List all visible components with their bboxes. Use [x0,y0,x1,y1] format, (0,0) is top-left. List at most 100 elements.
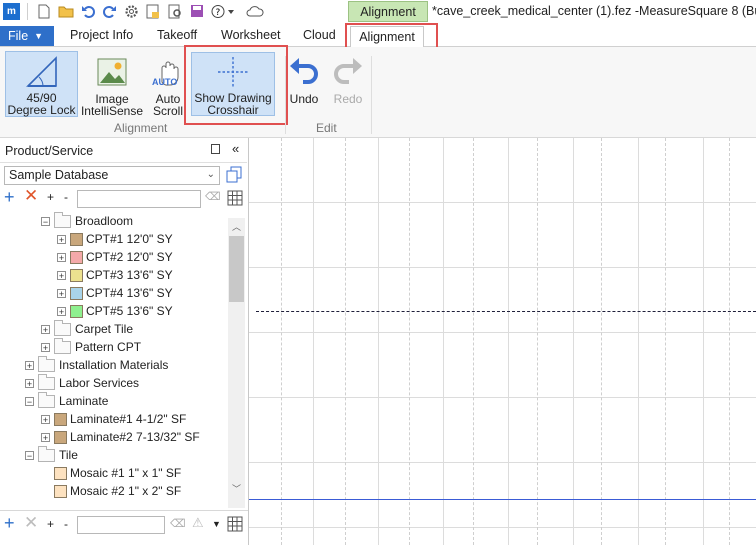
warning-icon[interactable]: ⚠ [192,515,204,531]
grid-dashed-line [665,138,666,545]
print-preview-icon[interactable] [167,3,183,19]
tree-item[interactable]: + CPT#4 13'6" SY [57,284,173,302]
expand-icon[interactable]: + [41,342,50,352]
hand-icon: AUTO [150,54,186,90]
redo-quick-icon[interactable] [101,3,117,19]
tree-search-input[interactable] [77,190,201,208]
tree-label: Laminate#2 7-13/32" SF [70,430,200,444]
expand-bottom-icon[interactable]: + [47,517,54,531]
scroll-down-icon[interactable]: ﹀ [232,482,241,495]
expand-icon[interactable]: + [25,360,34,370]
help-dropdown-icon[interactable]: ? [210,3,238,19]
add-bottom-icon[interactable]: + [4,513,15,534]
panel-title: Product/Service [5,144,94,158]
add-icon[interactable]: + [4,187,15,208]
tree-item[interactable]: + CPT#5 13'6" SY [57,302,173,320]
tree-folder-labor-services[interactable]: + Labor Services [25,373,140,392]
collapse-icon[interactable]: − [25,450,34,460]
expand-icon[interactable]: + [57,288,66,298]
color-swatch [70,286,83,300]
cloud-icon[interactable] [246,3,264,19]
tree-label: CPT#1 12'0" SY [86,232,173,246]
expand-icon[interactable]: + [57,306,66,316]
grid-bottom-icon[interactable] [227,516,243,535]
delete-icon[interactable]: ✕ [24,186,38,206]
open-folder-icon[interactable] [58,3,74,19]
chevron-down-icon[interactable]: ▼ [212,519,221,529]
collapse-panel-icon[interactable]: « [232,141,239,156]
tree-label: CPT#4 13'6" SY [86,286,173,300]
expand-icon[interactable]: + [57,270,66,280]
delete-bottom-icon[interactable]: ✕ [24,513,38,533]
tree-folder-laminate[interactable]: − Laminate [25,391,109,410]
clear-bottom-icon[interactable]: ⌫ [170,517,186,530]
collapse-bottom-icon[interactable]: - [64,517,68,531]
tree-folder-installation-materials[interactable]: + Installation Materials [25,355,168,374]
folder-icon [38,391,55,408]
folder-icon [38,355,55,372]
expand-icon[interactable]: + [57,252,66,262]
expand-all-icon[interactable]: + [47,190,54,204]
color-swatch [70,268,83,282]
new-file-icon[interactable] [36,3,52,19]
undo-button[interactable]: Undo [287,54,321,105]
alignment-group-label: Alignment [114,121,168,135]
expand-icon[interactable]: + [25,378,34,388]
tree-item[interactable]: + CPT#1 12'0" SY [57,230,173,248]
tree-item[interactable]: Mosaic #2 1" x 2" SF [54,482,181,500]
tree-item[interactable]: Mosaic #1 1" x 1" SF [54,464,181,482]
collapse-icon[interactable]: − [41,216,50,226]
undo-quick-icon[interactable] [80,3,96,19]
tree-label: Pattern CPT [75,340,142,354]
color-swatch [70,250,83,264]
tree-item[interactable]: + CPT#3 13'6" SY [57,266,173,284]
tree-folder-pattern-cpt[interactable]: + Pattern CPT [41,337,142,356]
crosshair-horizontal-line [256,311,756,312]
bottom-search-input[interactable] [77,516,165,534]
settings-gear-icon[interactable] [123,3,139,19]
file-menu-button[interactable]: File ▼ [0,26,54,46]
tree-folder-tile[interactable]: − Tile [25,445,78,464]
folder-icon [38,373,55,390]
folder-icon [38,445,55,462]
scrollbar-thumb[interactable] [229,236,244,302]
image-intellisense-button[interactable]: Image IntelliSense [80,54,144,117]
tree-label: Labor Services [59,376,140,390]
color-swatch [54,484,67,498]
tree-label: Laminate [59,394,109,408]
tree-item[interactable]: + Laminate#1 4-1/2" SF [41,410,186,428]
clear-search-icon[interactable]: ⌫ [205,190,221,203]
scroll-up-icon[interactable]: ︿ [232,220,241,233]
expand-icon[interactable]: + [41,324,50,334]
edit-group-label: Edit [316,121,337,135]
tree-item[interactable]: + Laminate#2 7-13/32" SF [41,428,200,446]
tree-folder-broadloom[interactable]: − Broadloom [41,211,133,230]
tree-item[interactable]: + CPT#2 12'0" SY [57,248,173,266]
app-logo-icon[interactable]: m [3,3,20,20]
tab-worksheet[interactable]: Worksheet [221,28,281,42]
drawing-canvas[interactable] [249,138,756,545]
redo-button[interactable]: Redo [330,54,366,105]
save-icon[interactable] [189,3,205,19]
collapse-icon[interactable]: − [25,396,34,406]
report-icon[interactable] [145,3,161,19]
expand-icon[interactable]: + [57,234,66,244]
copy-database-icon[interactable] [226,166,242,186]
collapse-all-icon[interactable]: - [64,190,68,204]
expand-icon[interactable]: + [41,432,50,442]
auto-scroll-button[interactable]: AUTO Auto Scroll [148,54,188,117]
tree-folder-carpet-tile[interactable]: + Carpet Tile [41,319,134,338]
expand-icon[interactable]: + [41,414,50,424]
crosshair-button-highlight [184,45,288,125]
tree-label: Carpet Tile [75,322,134,336]
pin-icon[interactable] [211,144,220,154]
database-select[interactable]: Sample Database ⌄ [4,166,220,185]
grid-view-icon[interactable] [227,190,243,209]
degree-lock-button[interactable]: 45/90 Degree Lock [5,51,78,117]
tab-project-info[interactable]: Project Info [70,28,133,42]
tree-label: CPT#3 13'6" SY [86,268,173,282]
tab-cloud[interactable]: Cloud [303,28,336,42]
color-swatch [54,466,67,480]
tab-takeoff[interactable]: Takeoff [157,28,197,42]
context-tab-alignment: Alignment [348,1,428,22]
